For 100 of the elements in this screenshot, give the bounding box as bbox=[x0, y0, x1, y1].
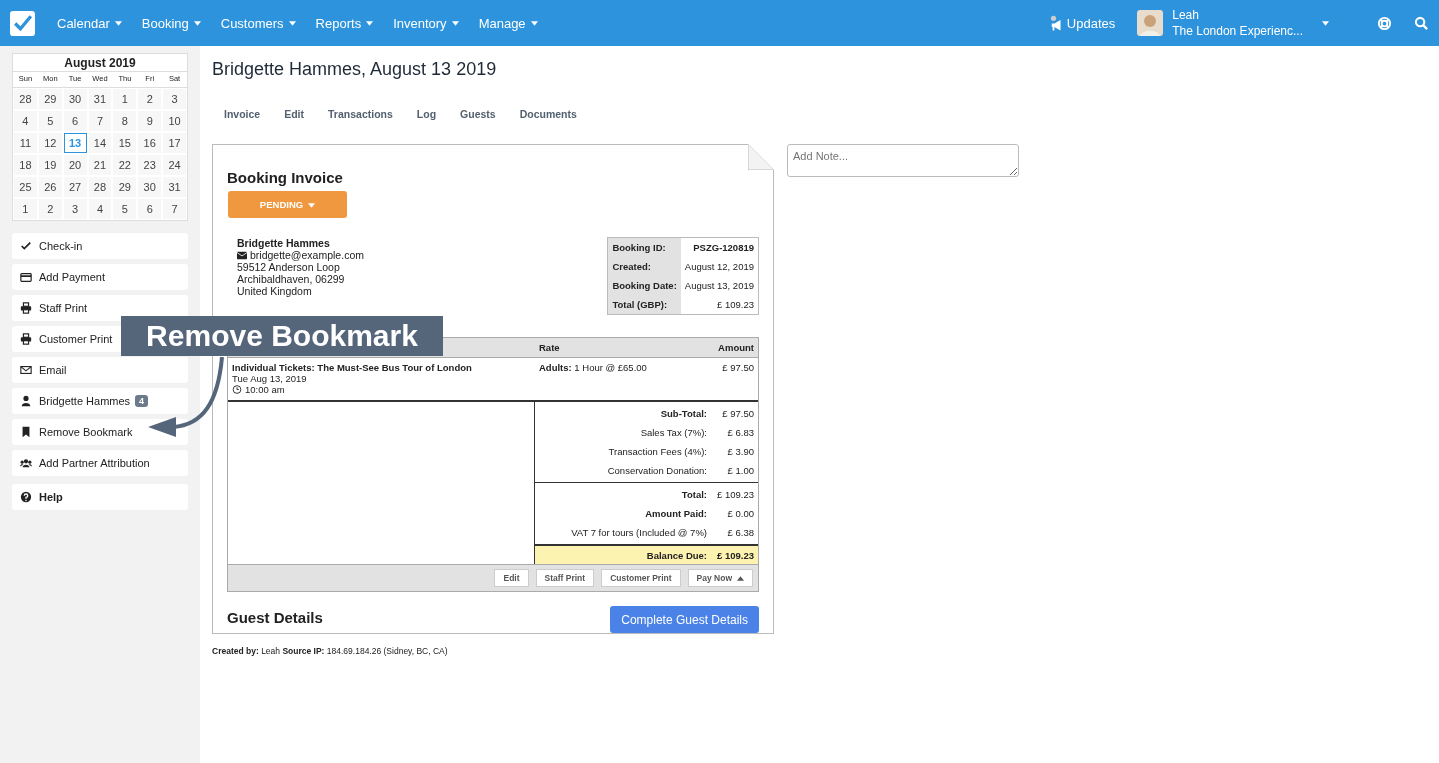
tab[interactable]: Transactions bbox=[316, 108, 405, 120]
help-icon[interactable] bbox=[1377, 15, 1392, 31]
total-label: Sub-Total: bbox=[660, 408, 707, 419]
calendar-day[interactable]: 17 bbox=[163, 133, 186, 153]
calendar-day[interactable]: 14 bbox=[88, 133, 112, 153]
calendar-day[interactable]: 30 bbox=[63, 89, 87, 109]
summary-label: Booking Date: bbox=[607, 276, 681, 295]
sidebar-action[interactable]: Bridgette Hammes 4 bbox=[12, 388, 188, 414]
card-icon bbox=[20, 271, 32, 283]
total-label: Conservation Donation: bbox=[607, 465, 707, 476]
sidebar-action[interactable]: Add Payment bbox=[12, 264, 188, 290]
summary-label: Created: bbox=[607, 257, 681, 276]
envelope-icon bbox=[237, 250, 247, 260]
complete-guest-details-button[interactable]: Complete Guest Details bbox=[610, 606, 759, 633]
caret-icon bbox=[193, 20, 201, 26]
calendar-day[interactable]: 5 bbox=[38, 111, 62, 131]
item-date: Tue Aug 13, 2019 bbox=[232, 373, 308, 384]
section-title: Guest Details bbox=[227, 608, 323, 626]
calendar-day[interactable]: 21 bbox=[88, 155, 112, 175]
calendar-day[interactable]: 11 bbox=[14, 133, 37, 153]
caret-icon bbox=[530, 20, 538, 26]
calendar-day[interactable]: 15 bbox=[113, 133, 137, 153]
sidebar-action[interactable]: Staff Print bbox=[12, 295, 188, 321]
check-icon bbox=[20, 240, 32, 252]
calendar-day[interactable]: 1 bbox=[113, 89, 137, 109]
calendar-day[interactable]: 9 bbox=[138, 111, 162, 131]
total-label: Transaction Fees (4%): bbox=[608, 446, 707, 457]
total-value: £ 97.50 bbox=[721, 408, 754, 419]
total-value: £ 0.00 bbox=[726, 508, 754, 519]
calendar-day[interactable]: 22 bbox=[113, 155, 137, 175]
calendar-day[interactable]: 25 bbox=[14, 177, 37, 197]
invoice-button[interactable]: Pay Now bbox=[687, 569, 753, 587]
calendar-day[interactable]: 2 bbox=[138, 89, 162, 109]
calendar-day[interactable]: 6 bbox=[63, 111, 87, 131]
tab[interactable]: Invoice bbox=[212, 108, 273, 120]
invoice-button[interactable]: Edit bbox=[494, 569, 529, 587]
tab[interactable]: Guests bbox=[448, 108, 508, 120]
megaphone-icon bbox=[1049, 14, 1064, 32]
calendar-day[interactable]: 12 bbox=[38, 133, 62, 153]
help-button[interactable]: Help bbox=[12, 484, 188, 510]
calendar-day[interactable]: 27 bbox=[63, 177, 87, 197]
mail-icon bbox=[20, 364, 32, 376]
calendar-day[interactable]: 4 bbox=[88, 199, 112, 219]
calendar-day[interactable]: 23 bbox=[138, 155, 162, 175]
caret-icon[interactable] bbox=[1322, 20, 1329, 26]
calendar-day[interactable]: 10 bbox=[163, 111, 186, 131]
calendar-day[interactable]: 1 bbox=[14, 199, 37, 219]
tab[interactable]: Log bbox=[404, 108, 449, 120]
calendar-day[interactable]: 29 bbox=[38, 89, 62, 109]
sidebar-action[interactable]: Remove Bookmark bbox=[12, 419, 188, 445]
customer-email: bridgette@example.com bbox=[250, 249, 364, 261]
avatar[interactable] bbox=[1137, 10, 1164, 36]
calendar-day[interactable]: 16 bbox=[138, 133, 162, 153]
total-value: £ 1.00 bbox=[726, 465, 754, 476]
invoice-button[interactable]: Customer Print bbox=[601, 569, 681, 587]
bookmark-icon bbox=[20, 426, 32, 438]
calendar-day[interactable]: 3 bbox=[163, 89, 186, 109]
callout-tooltip: Remove Bookmark bbox=[121, 316, 443, 356]
group-icon bbox=[20, 457, 32, 469]
address-line: United Kingdom bbox=[237, 285, 313, 297]
note-field[interactable]: Add Note... bbox=[787, 144, 1019, 177]
person-icon bbox=[20, 395, 32, 407]
calendar-day[interactable]: 28 bbox=[14, 89, 37, 109]
summary-value: August 12, 2019 bbox=[680, 257, 759, 276]
calendar-day[interactable]: 30 bbox=[138, 177, 162, 197]
total-label: Sales Tax (7%): bbox=[640, 427, 707, 438]
calendar-day[interactable]: 3 bbox=[63, 199, 87, 219]
calendar-day[interactable]: 31 bbox=[163, 177, 186, 197]
total-value: £ 6.83 bbox=[726, 427, 754, 438]
calendar-day[interactable]: 7 bbox=[163, 199, 186, 219]
caret-icon bbox=[366, 20, 374, 26]
clock-icon bbox=[232, 385, 242, 394]
search-icon[interactable] bbox=[1414, 15, 1429, 31]
sidebar-action[interactable]: Check-in bbox=[12, 233, 188, 259]
calendar-day[interactable]: 6 bbox=[138, 199, 162, 219]
calendar-day[interactable]: 7 bbox=[88, 111, 112, 131]
calendar-day[interactable]: 4 bbox=[14, 111, 37, 131]
calendar-day[interactable]: 18 bbox=[14, 155, 37, 175]
total-label: Total: bbox=[681, 489, 707, 500]
calendar-day[interactable]: 5 bbox=[113, 199, 137, 219]
calendar-day[interactable]: 24 bbox=[163, 155, 186, 175]
tab[interactable]: Documents bbox=[507, 108, 589, 120]
calendar-day[interactable]: 31 bbox=[88, 89, 112, 109]
tab[interactable]: Edit bbox=[272, 108, 317, 120]
logo-icon[interactable] bbox=[10, 10, 35, 36]
calendar-day[interactable]: 28 bbox=[88, 177, 112, 197]
total-label: VAT 7 for tours (Included @ 7%) bbox=[571, 527, 707, 538]
calendar-day[interactable]: 2 bbox=[38, 199, 62, 219]
invoice-button[interactable]: Staff Print bbox=[535, 569, 595, 587]
item-name: Individual Tickets: The Must-See Bus Tour of London bbox=[232, 362, 473, 373]
calendar-day[interactable]: 20 bbox=[63, 155, 87, 175]
total-label: Balance Due: bbox=[646, 549, 707, 561]
calendar-day[interactable]: 29 bbox=[113, 177, 137, 197]
company-name: The London Experienc... bbox=[1172, 23, 1303, 39]
column-header: Amount bbox=[717, 342, 755, 353]
sidebar-action[interactable]: Email bbox=[12, 357, 188, 383]
calendar-day[interactable]: 26 bbox=[38, 177, 62, 197]
calendar-day[interactable]: 19 bbox=[38, 155, 62, 175]
sidebar-action[interactable]: Add Partner Attribution bbox=[12, 450, 188, 476]
calendar-day[interactable]: 8 bbox=[113, 111, 137, 131]
